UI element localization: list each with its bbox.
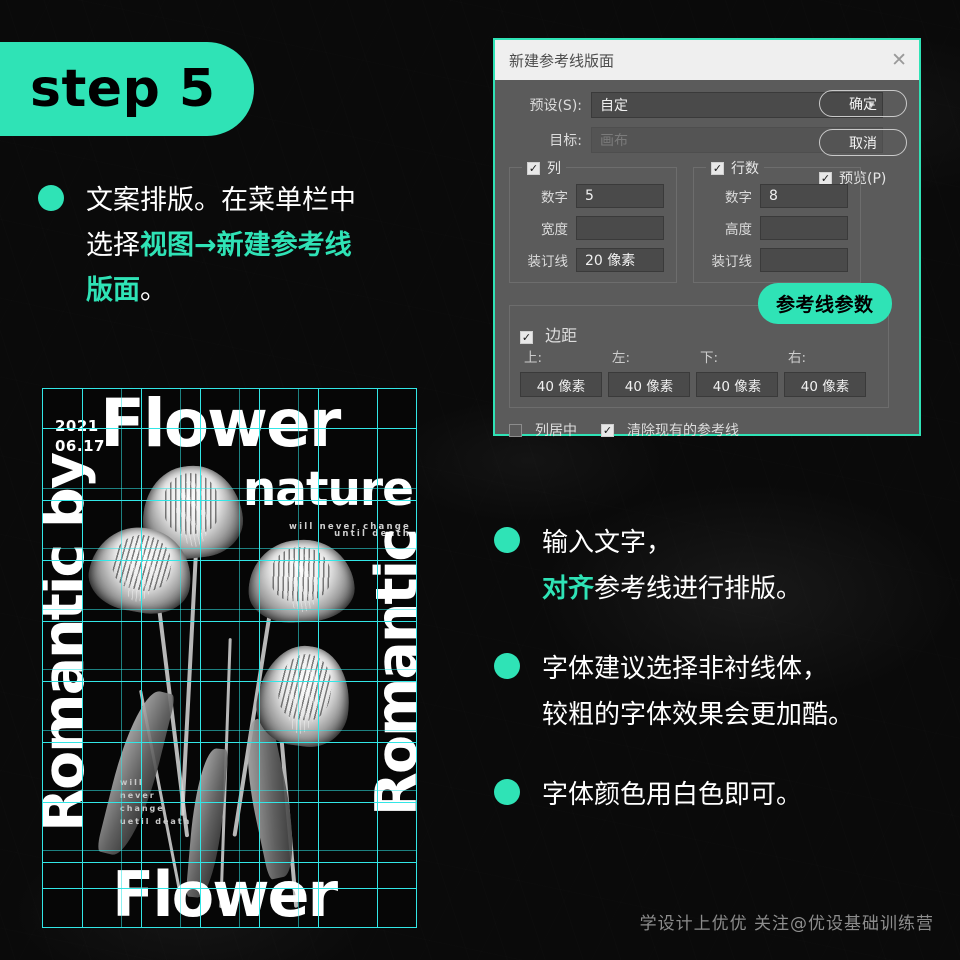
margin-left-input[interactable]: 40 像素 (608, 372, 690, 397)
columns-number-input[interactable]: 5 (576, 184, 664, 208)
poster-tutorial-canvas: step 5 文案排版。在菜单栏中 选择视图→新建参考线 版面。 2021 06… (0, 0, 960, 960)
margin-bottom-input[interactable]: 40 像素 (696, 372, 778, 397)
callout-badge: 参考线参数 (758, 283, 892, 324)
rows-number-label: 数字 (725, 190, 752, 206)
columns-gutter-label: 装订线 (527, 254, 569, 270)
close-icon[interactable]: ✕ (891, 50, 907, 70)
instruction-line-2-accent: 视图→新建参考线 (140, 230, 352, 261)
cancel-button[interactable]: 取消 (819, 129, 907, 156)
bullet-dot-icon (494, 779, 520, 805)
list-item: 字体建议选择非衬线体， 较粗的字体效果会更加酷。 (494, 646, 924, 738)
step-badge: step 5 (0, 42, 254, 136)
right-item-text-2: 字体建议选择非衬线体， 较粗的字体效果会更加酷。 (542, 646, 854, 738)
dialog-title: 新建参考线版面 (509, 51, 615, 70)
bullet-dot-icon (494, 527, 520, 553)
poster-date: 2021 06.17 (55, 417, 105, 455)
columns-legend[interactable]: ✓ 列 (522, 158, 566, 178)
margin-label-right: 右: (788, 350, 807, 366)
columns-number-row: 数字 5 (520, 184, 666, 208)
right-item-text-3: 字体颜色用白色即可。 (542, 772, 802, 818)
step-badge-label: step 5 (30, 59, 216, 119)
target-value: 画布 (600, 133, 628, 149)
margin-right-input[interactable]: 40 像素 (784, 372, 866, 397)
rows-gutter-input[interactable] (760, 248, 848, 272)
instruction-line-1: 文案排版。在菜单栏中 (86, 185, 356, 216)
poster-title-nature: nature (242, 462, 414, 517)
margin-checkbox[interactable]: ✓ (520, 331, 533, 344)
margin-legend-label: 边距 (545, 326, 578, 345)
columns-width-row: 宽度 (520, 216, 666, 240)
list-item: 文案排版。在菜单栏中 选择视图→新建参考线 版面。 (38, 178, 458, 313)
list-item: 输入文字， 对齐参考线进行排版。 (494, 520, 924, 612)
clear-guides-label: 清除现有的参考线 (627, 423, 739, 439)
instruction-line-2-prefix: 选择 (86, 230, 140, 261)
poster-vertical-right: Romantic (363, 530, 417, 817)
margin-top-input[interactable]: 40 像素 (520, 372, 602, 397)
rows-number-row: 数字 8 (704, 184, 850, 208)
right-item-1-line1: 输入文字， (542, 528, 673, 558)
poster-vertical-left: Romantic by (42, 454, 97, 832)
rows-legend-label: 行数 (731, 161, 759, 177)
instruction-line-3-accent: 版面 (86, 275, 140, 306)
poster-preview: 2021 06.17 Flower nature will never chan… (42, 388, 417, 928)
columns-number-label: 数字 (541, 190, 568, 206)
right-item-2-line1: 字体建议选择非衬线体， (542, 654, 829, 684)
instruction-line-3-suffix: 。 (140, 275, 167, 306)
dialog-titlebar: 新建参考线版面 ✕ (495, 40, 919, 80)
rows-legend[interactable]: ✓ 行数 (706, 158, 764, 178)
columns-group: ✓ 列 数字 5 宽度 装订线 20 像素 (509, 158, 677, 283)
right-item-text-1: 输入文字， 对齐参考线进行排版。 (542, 520, 802, 612)
columns-checkbox[interactable]: ✓ (527, 161, 540, 175)
center-columns-label: 列居中 (535, 423, 577, 439)
bullet-dot-icon (38, 185, 64, 211)
columns-gutter-row: 装订线 20 像素 (520, 248, 666, 272)
margin-label-bottom: 下: (700, 350, 719, 366)
poster-title-bottom: Flower (112, 858, 338, 928)
ok-button[interactable]: 确定 (819, 90, 907, 117)
new-guide-layout-dialog[interactable]: 新建参考线版面 ✕ 预设(S): 自定 ▾ 目标: 画布 ▾ 确定 取消 ✓ 预… (493, 38, 921, 439)
preset-value: 自定 (600, 98, 628, 114)
footer-credit: 学设计上优优 关注@优设基础训练营 (639, 914, 934, 934)
rows-height-input[interactable] (760, 216, 848, 240)
margin-fields: 40 像素 40 像素 40 像素 40 像素 (520, 372, 878, 397)
margin-legend[interactable]: ✓ 边距 (520, 322, 878, 346)
rows-group: ✓ 行数 数字 8 高度 装订线 (693, 158, 861, 283)
rows-height-row: 高度 (704, 216, 850, 240)
right-item-3-line1: 字体颜色用白色即可。 (542, 780, 803, 810)
rows-gutter-label: 装订线 (711, 254, 753, 270)
rows-height-label: 高度 (725, 222, 752, 238)
right-instruction-list: 输入文字， 对齐参考线进行排版。 字体建议选择非衬线体， 较粗的字体效果会更加酷… (494, 520, 924, 852)
rows-gutter-row: 装订线 (704, 248, 850, 272)
poster-subtitle-bottom: will never change uetil death (120, 778, 192, 826)
right-item-1-accent: 对齐 (542, 574, 595, 604)
list-item: 字体颜色用白色即可。 (494, 772, 924, 818)
columns-gutter-input[interactable]: 20 像素 (576, 248, 664, 272)
columns-rows-groups: ✓ 列 数字 5 宽度 装订线 20 像素 ✓ 行数 数字 8 高度 装订线 (509, 158, 905, 283)
columns-width-input[interactable] (576, 216, 664, 240)
rows-checkbox[interactable]: ✓ (711, 161, 724, 175)
margin-label-left: 左: (612, 350, 631, 366)
columns-width-label: 宽度 (541, 222, 568, 238)
poster-title-top: Flower (100, 388, 341, 462)
right-item-1-rest: 参考线进行排版。 (594, 574, 803, 604)
preset-label: 预设(S): (529, 98, 582, 114)
rows-number-input[interactable]: 8 (760, 184, 848, 208)
left-instruction-text: 文案排版。在菜单栏中 选择视图→新建参考线 版面。 (86, 178, 356, 313)
clear-guides-checkbox[interactable]: ✓ (601, 423, 614, 437)
margin-labels: 上: 左: 下: 右: (520, 346, 878, 366)
target-label: 目标: (549, 133, 582, 149)
dialog-bottom-checkboxes: ✓ 列居中 ✓ 清除现有的参考线 (509, 420, 905, 440)
left-instruction-block: 文案排版。在菜单栏中 选择视图→新建参考线 版面。 (38, 178, 458, 313)
right-item-2-rest: 较粗的字体效果会更加酷。 (542, 700, 855, 730)
margin-label-top: 上: (524, 350, 543, 366)
center-columns-checkbox[interactable]: ✓ (509, 423, 522, 437)
bullet-dot-icon (494, 653, 520, 679)
dialog-body: 预设(S): 自定 ▾ 目标: 画布 ▾ 确定 取消 ✓ 预览(P) ✓ 列 数… (495, 80, 919, 450)
columns-legend-label: 列 (547, 161, 561, 177)
